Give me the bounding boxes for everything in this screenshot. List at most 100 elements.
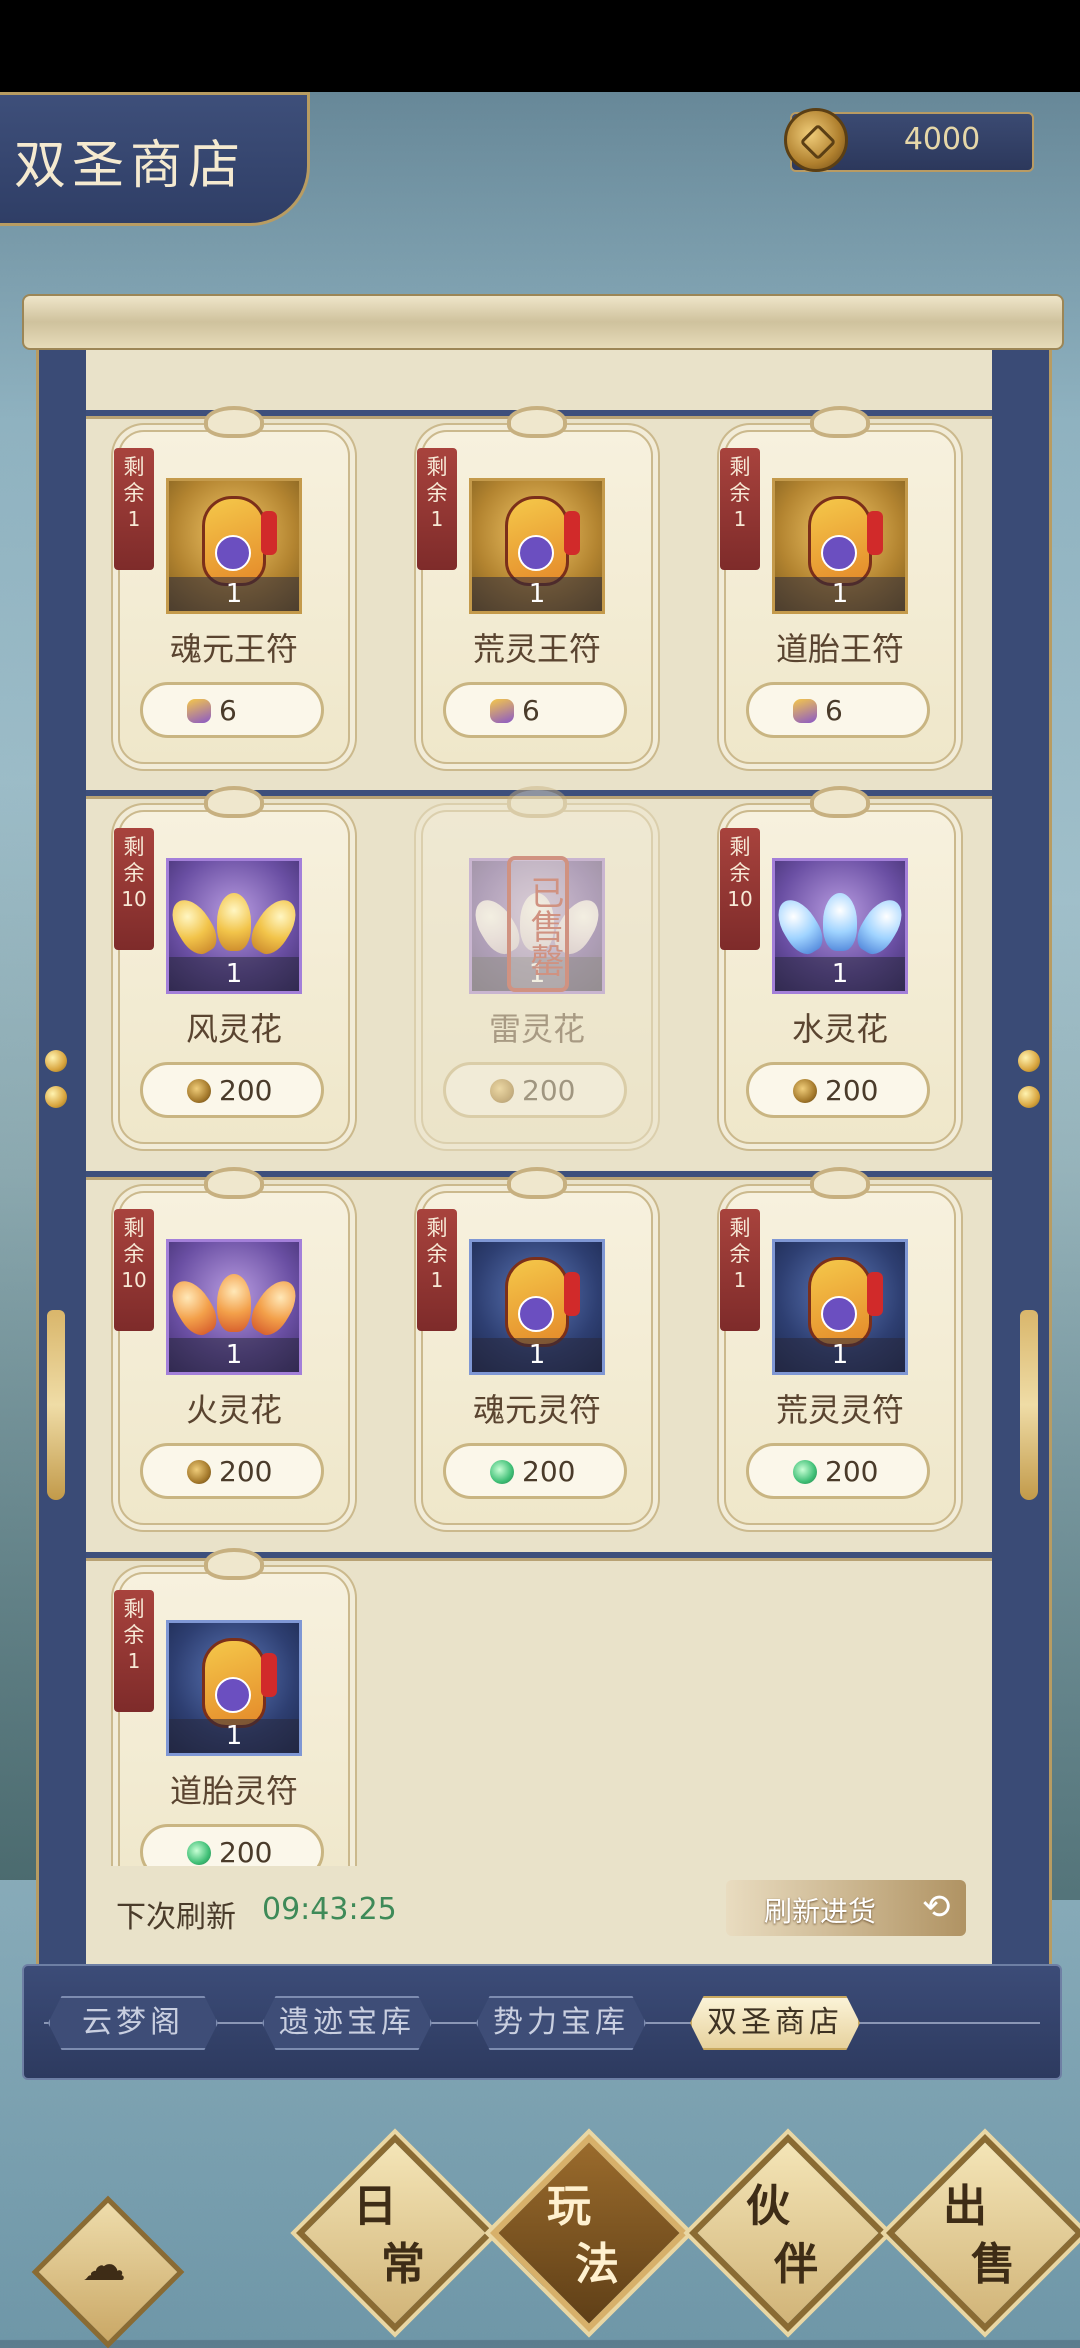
item-price: 200 (522, 1074, 576, 1107)
bead-ornament (1018, 1086, 1040, 1108)
remaining-label: 剩余 (123, 455, 145, 505)
talisman-icon (202, 495, 277, 586)
shop-item-card[interactable]: 剩余 10 1 火灵花 200 (114, 1167, 350, 1525)
shop-item-card[interactable]: 剩余 10 1 水灵花 200 (720, 786, 956, 1144)
buy-price-button[interactable]: 200 (140, 1824, 324, 1866)
item-name: 风灵花 (185, 1010, 282, 1048)
coin-icon (187, 1460, 211, 1484)
refresh-label: 下次刷新 (116, 1900, 236, 1935)
remaining-badge: 剩余 10 (720, 828, 760, 950)
coin-icon (490, 1079, 514, 1103)
buy-price-button[interactable]: 200 (746, 1062, 930, 1118)
tassel-ornament (1020, 1310, 1038, 1500)
nav-sell-label: 出售 (943, 2181, 1015, 2290)
refresh-countdown: 09:43:25 (262, 1892, 397, 1927)
bead-ornament (45, 1050, 67, 1072)
item-price: 6 (219, 694, 237, 727)
remaining-count: 10 (727, 887, 753, 911)
buy-price-button[interactable]: 200 (746, 1443, 930, 1499)
item-grid[interactable]: 剩余 1 1 魂元王符 6 剩余 1 1 荒灵王符 6 剩余 1 1 道胎王符 6 剩余 10 1 风灵花 200 1 已… (86, 346, 992, 1866)
item-name: 荒灵王符 (472, 630, 601, 668)
tassel-ornament (47, 1310, 65, 1500)
currency-display[interactable]: 4000 (784, 108, 1034, 172)
remaining-label: 剩余 (123, 1216, 145, 1266)
sold-out-stamp: 已售罄 (507, 856, 569, 992)
item-thumbnail: 1 (772, 478, 908, 614)
item-quantity: 1 (775, 1338, 905, 1372)
item-quantity: 1 (775, 577, 905, 611)
remaining-count: 1 (127, 507, 141, 531)
remaining-badge: 剩余 1 (417, 1209, 457, 1331)
talisman-icon (808, 1256, 883, 1347)
remaining-count: 1 (430, 1268, 444, 1292)
shop-item-card[interactable]: 剩余 1 1 道胎王符 6 (720, 406, 956, 764)
lotus-flower-icon (169, 891, 299, 960)
knot-ornament (810, 406, 870, 438)
item-thumbnail: 1 (772, 858, 908, 994)
buy-price-button[interactable]: 6 (443, 682, 627, 738)
shop-item-card[interactable]: 剩余 1 1 魂元王符 6 (114, 406, 350, 764)
knot-ornament (507, 786, 567, 818)
remaining-label: 剩余 (729, 835, 751, 885)
buy-price-button[interactable]: 200 (443, 1062, 627, 1118)
item-quantity: 1 (169, 577, 299, 611)
remaining-count: 1 (733, 1268, 747, 1292)
knot-ornament (204, 1167, 264, 1199)
buy-price-button[interactable]: 200 (443, 1443, 627, 1499)
item-name: 雷灵花 (488, 1010, 585, 1048)
item-price: 200 (219, 1836, 273, 1866)
shop-tab-bar: 云梦阁 遗迹宝库 势力宝库 双圣商店 (22, 1964, 1062, 2080)
remaining-badge: 剩余 1 (114, 1590, 154, 1712)
nav-gameplay-label: 玩法 (547, 2181, 619, 2290)
tab-ruins-vault[interactable]: 遗迹宝库 (262, 1996, 432, 2050)
remaining-label: 剩余 (729, 455, 751, 505)
item-name: 火灵花 (185, 1391, 282, 1429)
shop-item-card[interactable]: 1 已售罄 雷灵花 200 (421, 786, 653, 1144)
shop-panel: 剩余 1 1 魂元王符 6 剩余 1 1 荒灵王符 6 剩余 1 1 道胎王符 6 剩余 10 1 风灵花 200 1 已… (86, 346, 992, 1966)
remaining-count: 10 (121, 887, 147, 911)
talisman-currency-icon (490, 699, 514, 723)
scroll-top-rod (22, 294, 1064, 350)
coin-icon (187, 1079, 211, 1103)
item-thumbnail: 1 (166, 1620, 302, 1756)
coin-icon (784, 108, 848, 172)
item-price: 200 (825, 1455, 879, 1488)
nav-daily-label: 日常 (353, 2181, 425, 2290)
shop-item-card[interactable]: 剩余 1 1 魂元灵符 200 (417, 1167, 653, 1525)
talisman-icon (505, 1256, 580, 1347)
buy-price-button[interactable]: 6 (746, 682, 930, 738)
buy-price-button[interactable]: 6 (140, 682, 324, 738)
item-thumbnail: 1 (772, 1239, 908, 1375)
refresh-stock-label: 刷新进货 (764, 1895, 877, 1928)
cloud-swirl-icon: ☁ (82, 2240, 126, 2291)
shop-item-card[interactable]: 剩余 10 1 风灵花 200 (114, 786, 350, 1144)
bead-ornament (45, 1086, 67, 1108)
refresh-stock-button[interactable]: 刷新进货 ⟲ (726, 1880, 966, 1936)
tab-faction-vault[interactable]: 势力宝库 (476, 1996, 646, 2050)
remaining-label: 剩余 (426, 1216, 448, 1266)
tab-yunmengge[interactable]: 云梦阁 (48, 1996, 218, 2050)
jade-icon (793, 1460, 817, 1484)
shop-item-card[interactable]: 剩余 1 1 荒灵王符 6 (417, 406, 653, 764)
item-name: 荒灵灵符 (775, 1391, 904, 1429)
talisman-icon (202, 1637, 277, 1728)
knot-ornament (507, 1167, 567, 1199)
remaining-label: 剩余 (729, 1216, 751, 1266)
buy-price-button[interactable]: 200 (140, 1443, 324, 1499)
title-banner: 双圣商店 (0, 92, 310, 226)
remaining-badge: 剩余 10 (114, 828, 154, 950)
item-price: 200 (522, 1455, 576, 1488)
item-name: 道胎王符 (775, 630, 904, 668)
shop-item-card[interactable]: 剩余 1 1 道胎灵符 200 (114, 1548, 350, 1866)
shop-item-card[interactable]: 剩余 1 1 荒灵灵符 200 (720, 1167, 956, 1525)
remaining-badge: 剩余 1 (417, 448, 457, 570)
jade-icon (490, 1460, 514, 1484)
buy-price-button[interactable]: 200 (140, 1062, 324, 1118)
remaining-label: 剩余 (426, 455, 448, 505)
knot-ornament (204, 786, 264, 818)
talisman-currency-icon (793, 699, 817, 723)
talisman-icon (808, 495, 883, 586)
remaining-badge: 剩余 1 (720, 1209, 760, 1331)
tab-twin-saints-shop[interactable]: 双圣商店 (690, 1996, 860, 2050)
bead-ornament (1018, 1050, 1040, 1072)
